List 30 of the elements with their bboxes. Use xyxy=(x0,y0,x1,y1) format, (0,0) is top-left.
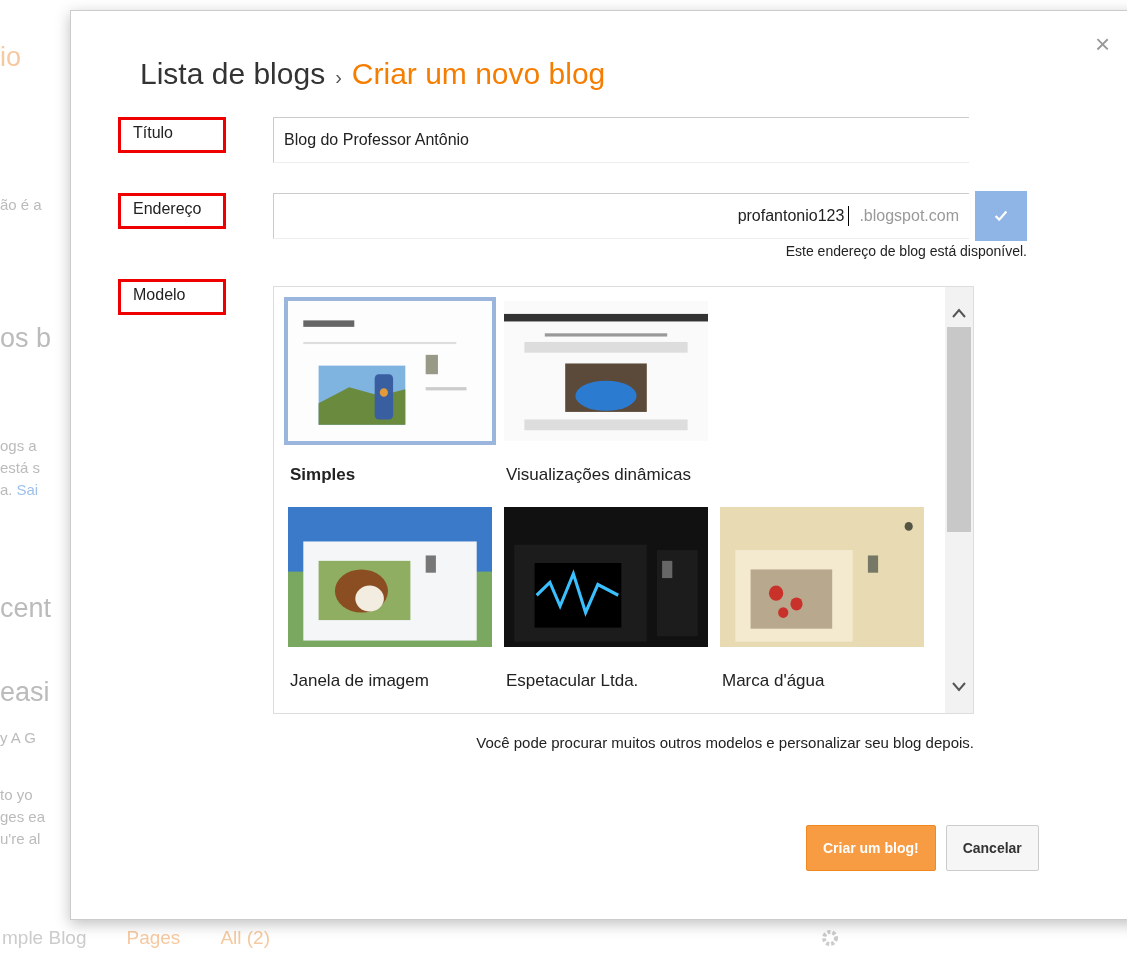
page-text: está s xyxy=(0,458,41,478)
scroll-up-icon[interactable] xyxy=(951,307,967,319)
template-note: Você pode procurar muitos outros modelos e personalizar seu blog depois. xyxy=(476,734,974,751)
page-heading: easi xyxy=(0,676,50,709)
page-heading: os b xyxy=(0,322,52,355)
page-heading: cent xyxy=(0,592,52,625)
template-option[interactable]: Janela de imagem xyxy=(284,503,500,691)
cancel-button[interactable]: Cancelar xyxy=(945,825,1039,871)
field-label: Título xyxy=(118,117,226,153)
page-text: a. xyxy=(0,480,13,500)
page-text: ges ea xyxy=(0,807,46,827)
page-text: ogs a xyxy=(0,436,37,456)
scrollbar[interactable] xyxy=(945,287,973,713)
template-option[interactable]: Marca d'água xyxy=(716,503,932,691)
template-option[interactable]: Visualizações dinâmicas xyxy=(500,297,716,485)
template-option[interactable]: Espetacular Ltda. xyxy=(500,503,716,691)
page-text: ão é a xyxy=(0,195,42,215)
page-text: y A G xyxy=(0,728,36,748)
page-heading: io xyxy=(0,41,21,74)
text-field[interactable]: Blog do Professor Antônio xyxy=(273,117,969,163)
scroll-down-icon[interactable] xyxy=(951,681,967,693)
field-label: Endereço xyxy=(118,193,226,229)
field-label: Modelo xyxy=(118,279,226,315)
text-field[interactable]: profantonio123 .blogspot.com xyxy=(273,193,969,239)
page-text: to yo xyxy=(0,785,33,805)
breadcrumb-separator: › xyxy=(335,66,342,89)
page-title: Criar um novo blog xyxy=(351,57,606,91)
page-text: u're al xyxy=(0,829,41,849)
breadcrumb-link[interactable]: Lista de blogs xyxy=(140,57,326,91)
availability-message: Este endereço de blog está disponível. xyxy=(785,243,1027,259)
